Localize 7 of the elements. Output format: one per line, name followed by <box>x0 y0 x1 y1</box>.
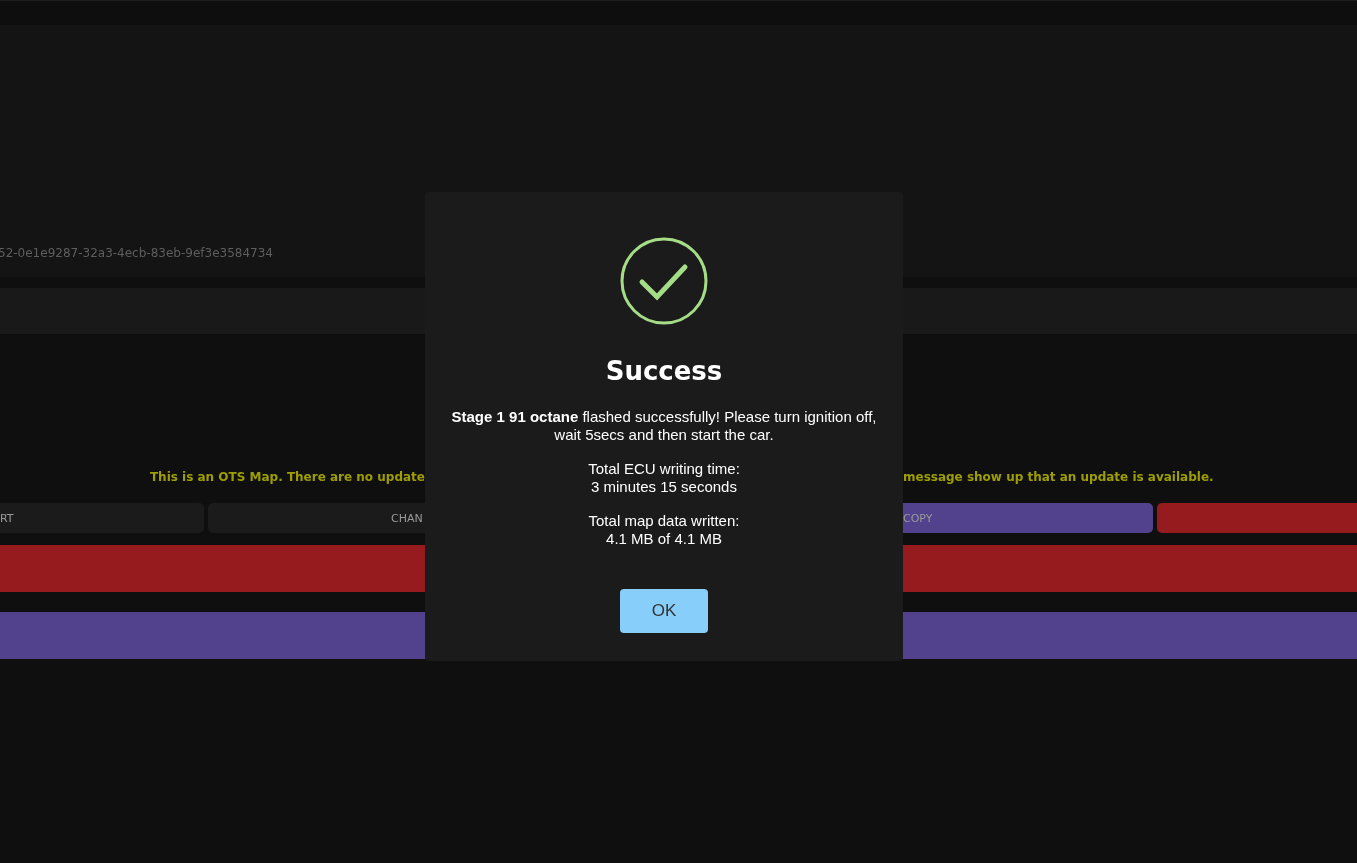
stat-value: 4.1 MB of 4.1 MB <box>606 530 722 548</box>
stat-value: 3 minutes 15 seconds <box>591 478 737 496</box>
notice-text: message show up that an update is available. <box>903 470 1215 486</box>
dialog-message: Stage 1 91 octane flashed successfully! Please turn ignition off, wait 5secs and then start the car. <box>450 408 878 444</box>
stat-label: Total ECU writing time: <box>588 460 740 478</box>
dialog-title: Success <box>605 356 723 386</box>
notice-text: This is an OTS Map. There are no update <box>148 470 425 486</box>
